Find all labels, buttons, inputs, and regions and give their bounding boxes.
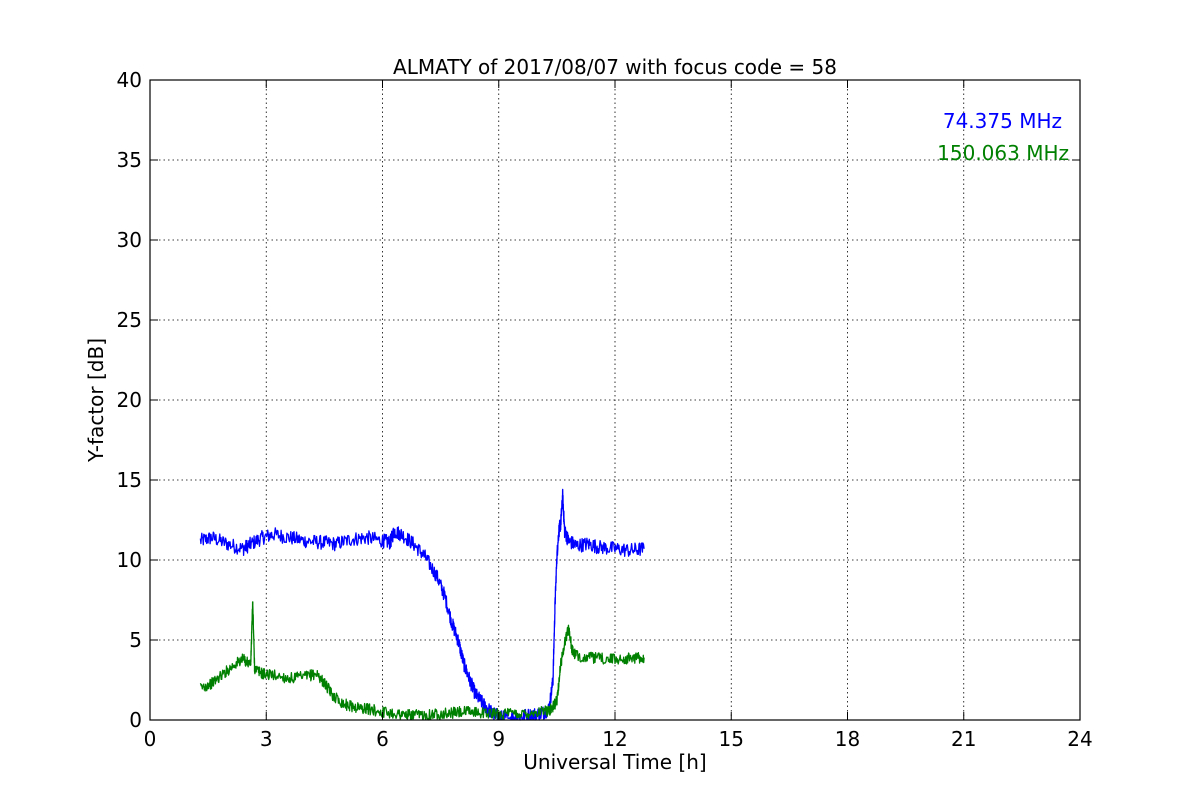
x-tick-label: 6 [376, 727, 389, 751]
y-tick-label: 30 [117, 228, 142, 252]
y-tick-label: 25 [117, 308, 142, 332]
line-chart: ALMATY of 2017/08/07 with focus code = 5… [84, 55, 1093, 774]
y-tick-label: 5 [129, 628, 142, 652]
y-tick-label: 10 [117, 548, 142, 572]
x-tick-label: 3 [260, 727, 273, 751]
chart-title: ALMATY of 2017/08/07 with focus code = 5… [393, 55, 837, 79]
legend-entry-1: 74.375 MHz [943, 109, 1062, 133]
x-tick-label: 21 [951, 727, 976, 751]
x-tick-label: 0 [144, 727, 157, 751]
x-tick-label: 15 [719, 727, 744, 751]
legend: 74.375 MHz 150.063 MHz [937, 109, 1069, 165]
series-line-1 [199, 488, 645, 721]
series-layer [199, 488, 645, 721]
y-tick-label: 40 [117, 68, 142, 92]
series-line-2 [199, 601, 645, 721]
y-tick-label: 0 [129, 708, 142, 732]
y-tick-label: 35 [117, 148, 142, 172]
x-tick-label: 18 [835, 727, 860, 751]
y-axis-label: Y-factor [dB] [84, 338, 108, 463]
chart-figure: ALMATY of 2017/08/07 with focus code = 5… [0, 0, 1200, 800]
legend-entry-2: 150.063 MHz [937, 141, 1069, 165]
axis-ticks: 0 3 6 9 12 15 18 21 24 0 5 10 15 20 25 30 35 40 [117, 68, 1093, 751]
y-tick-label: 20 [117, 388, 142, 412]
x-tick-label: 9 [492, 727, 505, 751]
x-axis-label: Universal Time [h] [523, 750, 706, 774]
grid [150, 80, 1080, 720]
x-tick-label: 24 [1067, 727, 1092, 751]
x-tick-label: 12 [602, 727, 627, 751]
y-tick-label: 15 [117, 468, 142, 492]
